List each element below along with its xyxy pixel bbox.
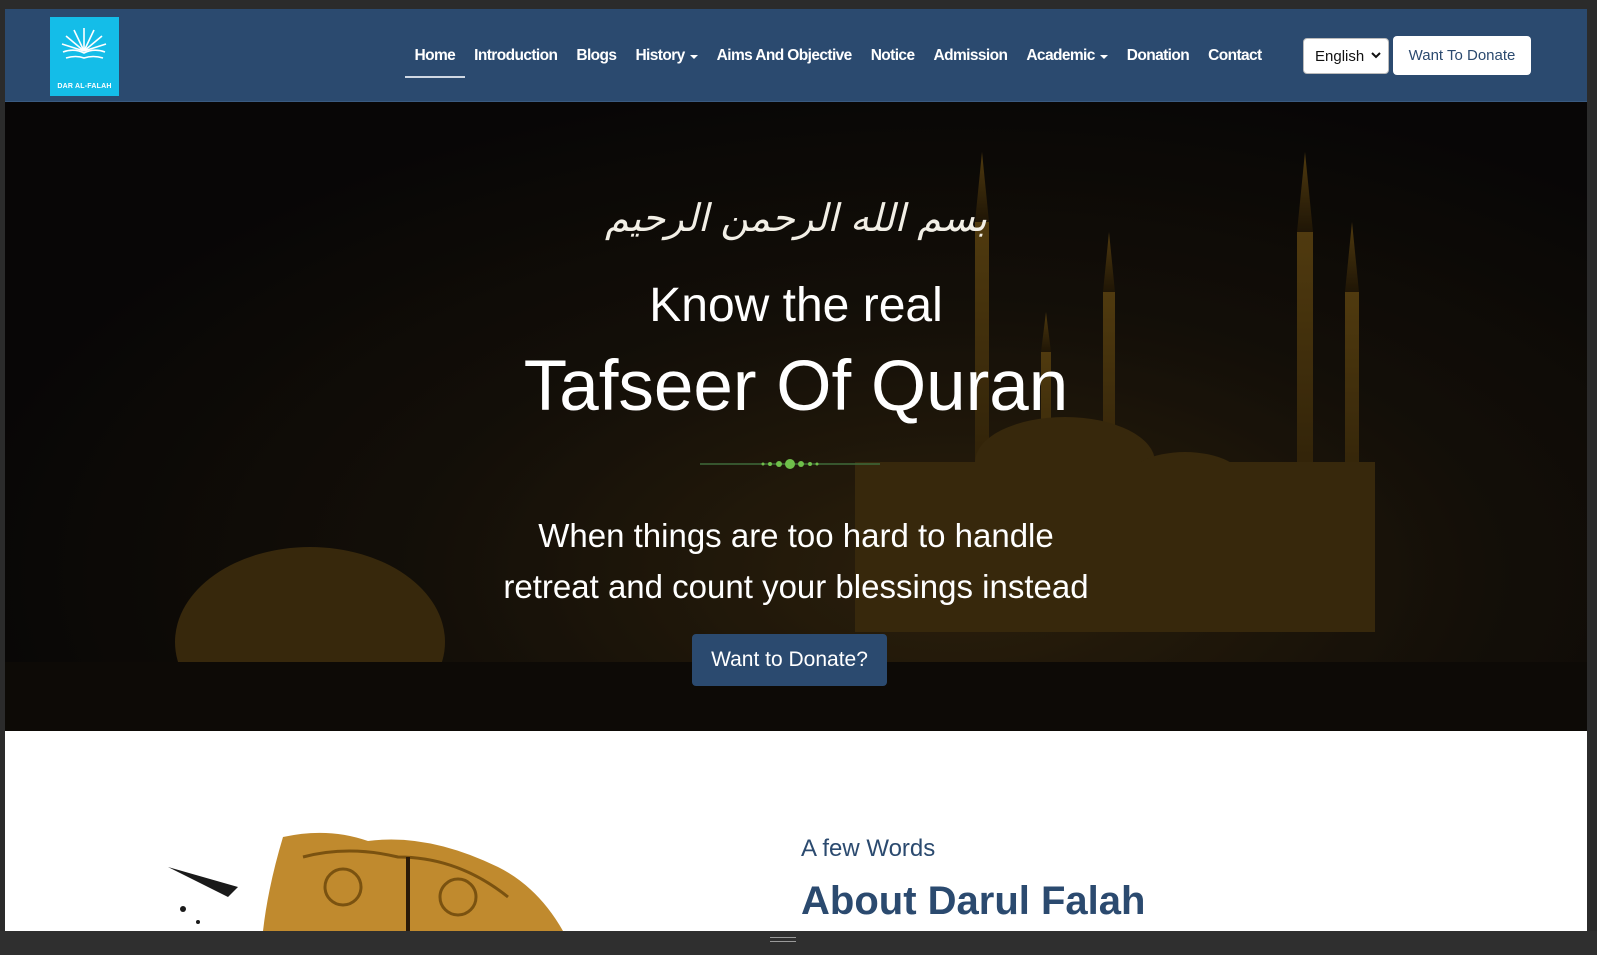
nav-academic-label: Academic bbox=[1026, 46, 1095, 64]
nav-history[interactable]: History bbox=[626, 9, 707, 102]
language-select-value: English bbox=[1315, 47, 1365, 65]
hero-section: بسم الله الرحمن الرحيم Know the real Taf… bbox=[5, 102, 1587, 731]
nav-home[interactable]: Home bbox=[405, 9, 465, 102]
hero-donate-button[interactable]: Want to Donate? bbox=[692, 634, 887, 686]
about-kicker: A few Words bbox=[801, 835, 936, 862]
nav-introduction-label: Introduction bbox=[474, 46, 558, 64]
nav-history-label: History bbox=[635, 46, 685, 64]
bismillah-calligraphy: بسم الله الرحمن الرحيم bbox=[605, 196, 987, 240]
nav-admission-label: Admission bbox=[933, 46, 1008, 64]
book-rays-icon bbox=[61, 28, 107, 59]
nav-home-label: Home bbox=[414, 46, 456, 64]
nav-introduction[interactable]: Introduction bbox=[465, 9, 567, 102]
nav-aims[interactable]: Aims And Objective bbox=[707, 9, 861, 102]
resize-handle-bar[interactable] bbox=[0, 931, 1597, 955]
nav-contact-label: Contact bbox=[1208, 46, 1262, 64]
nav-aims-label: Aims And Objective bbox=[716, 46, 853, 64]
hero-title: Tafseer Of Quran bbox=[523, 347, 1069, 426]
quran-illustration-image bbox=[168, 832, 563, 931]
ornament-divider-icon bbox=[700, 459, 880, 469]
nav-notice[interactable]: Notice bbox=[861, 9, 924, 102]
chevron-down-icon bbox=[1371, 52, 1381, 59]
nav-blogs[interactable]: Blogs bbox=[567, 9, 626, 102]
nav-contact[interactable]: Contact bbox=[1199, 9, 1272, 102]
hero-quote-line-2: retreat and count your blessings instead bbox=[503, 568, 1089, 605]
logo-text: DAR AL-FALAH bbox=[57, 83, 112, 90]
nav-academic[interactable]: Academic bbox=[1017, 9, 1117, 102]
about-title: About Darul Falah bbox=[801, 879, 1146, 923]
nav-blogs-label: Blogs bbox=[576, 46, 617, 64]
want-to-donate-button[interactable]: Want To Donate bbox=[1393, 36, 1531, 75]
language-select[interactable]: English bbox=[1303, 38, 1389, 74]
caret-down-icon bbox=[689, 54, 698, 59]
site-header: DAR AL-FALAH Home Introduction Blogs His… bbox=[5, 9, 1587, 102]
site-logo[interactable]: DAR AL-FALAH bbox=[50, 17, 119, 96]
nav-donation[interactable]: Donation bbox=[1117, 9, 1198, 102]
main-nav: Home Introduction Blogs History Aims And… bbox=[405, 9, 1271, 102]
nav-notice-label: Notice bbox=[870, 46, 915, 64]
hero-subtitle: Know the real bbox=[649, 279, 943, 332]
caret-down-icon bbox=[1099, 54, 1108, 59]
drag-grip-icon bbox=[770, 937, 796, 943]
browser-viewport: DAR AL-FALAH Home Introduction Blogs His… bbox=[5, 9, 1587, 931]
nav-donation-label: Donation bbox=[1126, 46, 1190, 64]
nav-admission[interactable]: Admission bbox=[924, 9, 1017, 102]
hero-quote: When things are too hard to handle retre… bbox=[5, 510, 1587, 612]
hero-quote-line-1: When things are too hard to handle bbox=[538, 517, 1054, 554]
